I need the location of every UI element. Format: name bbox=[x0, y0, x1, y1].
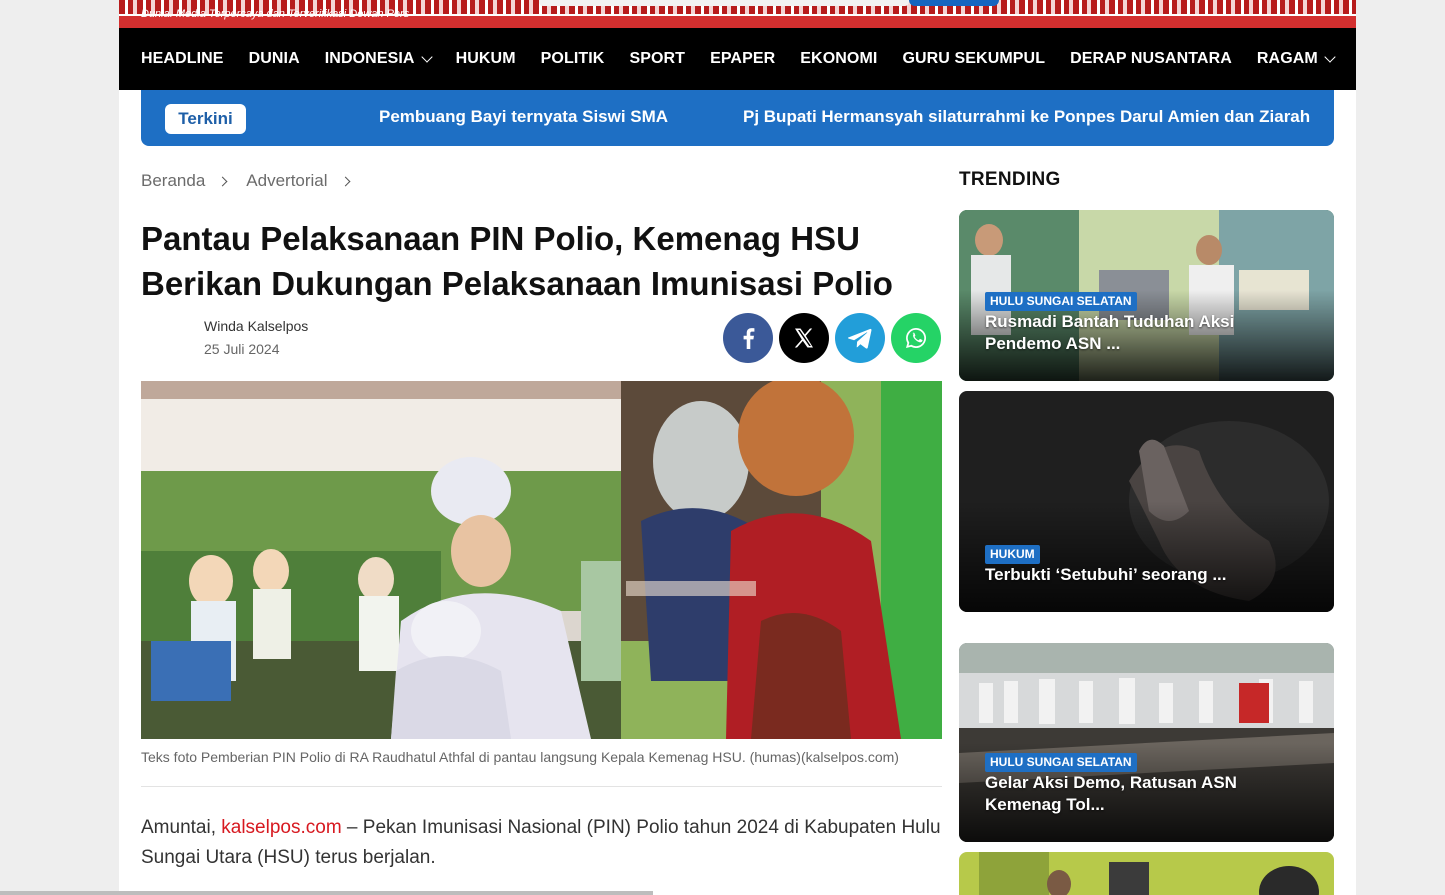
breaking-news-ticker: Terkini Pembuang Bayi ternyata Siswi SMA… bbox=[141, 90, 1334, 146]
breadcrumb-category[interactable]: Advertorial bbox=[246, 171, 327, 191]
whatsapp-icon bbox=[906, 327, 927, 348]
article-body-paragraph: Amuntai, kalselpos.com – Pekan Imunisasi… bbox=[141, 813, 942, 873]
content-divider bbox=[141, 786, 942, 787]
category-badge[interactable]: HULU SUNGAI SELATAN bbox=[985, 753, 1137, 772]
telegram-icon bbox=[848, 328, 872, 349]
main-navigation: HEADLINE DUNIA INDONESIA HUKUM POLITIK S… bbox=[119, 28, 1356, 90]
nav-label: GURU SEKUMPUL bbox=[902, 50, 1046, 67]
share-whatsapp-button[interactable] bbox=[891, 313, 941, 363]
ticker-badge: Terkini bbox=[165, 104, 246, 134]
nav-item-derap-nusantara[interactable]: DERAP NUSANTARA bbox=[1070, 50, 1232, 68]
page: Dunia. Media Terpercaya dan Terverifikas… bbox=[119, 0, 1356, 895]
nav-label: EPAPER bbox=[710, 50, 776, 67]
share-telegram-button[interactable] bbox=[835, 313, 885, 363]
header-search-button[interactable] bbox=[909, 0, 999, 6]
share-facebook-button[interactable] bbox=[723, 313, 773, 363]
site-header-banner[interactable]: Dunia. Media Terpercaya dan Terverifikas… bbox=[119, 0, 1356, 28]
facebook-icon bbox=[743, 328, 755, 349]
chevron-down-icon bbox=[1324, 50, 1336, 63]
trending-heading: TRENDING bbox=[959, 169, 1061, 190]
breadcrumb-home[interactable]: Beranda bbox=[141, 171, 205, 191]
nav-label: INDONESIA bbox=[324, 50, 415, 67]
nav-item-guru-sekumpul[interactable]: GURU SEKUMPUL bbox=[902, 50, 1045, 68]
nav-item-politik[interactable]: POLITIK bbox=[541, 50, 605, 68]
nav-label: RAGAM bbox=[1256, 50, 1318, 67]
category-badge[interactable]: HULU SUNGAI SELATAN bbox=[985, 292, 1137, 311]
trending-card[interactable]: HULU SUNGAI SELATAN Gelar Aksi Demo, Rat… bbox=[959, 643, 1334, 842]
nav-label: HUKUM bbox=[455, 50, 516, 67]
card-title[interactable]: Terbukti ‘Setubuhi’ seorang ... bbox=[985, 564, 1305, 586]
post-date: 25 Juli 2024 bbox=[204, 341, 280, 357]
trending-card[interactable]: HUKUM Terbukti ‘Setubuhi’ seorang ... bbox=[959, 391, 1334, 612]
ticker-item[interactable]: Pj Bupati Hermansyah silaturrahmi ke Pon… bbox=[743, 107, 1310, 127]
featured-photo bbox=[141, 381, 942, 739]
image-caption: Teks foto Pemberian PIN Polio di RA Raud… bbox=[141, 749, 899, 765]
nav-item-hukum[interactable]: HUKUM bbox=[456, 50, 516, 68]
site-tagline: Dunia. Media Terpercaya dan Terverifikas… bbox=[141, 8, 410, 20]
nav-label: DUNIA bbox=[248, 50, 300, 67]
nav-item-dunia[interactable]: DUNIA bbox=[249, 50, 300, 68]
nav-item-headline[interactable]: HEADLINE bbox=[141, 50, 224, 68]
card-title[interactable]: Rusmadi Bantah Tuduhan Aksi Pendemo ASN … bbox=[985, 311, 1305, 355]
header-search-input[interactable] bbox=[539, 0, 909, 6]
trending-thumbnail bbox=[959, 852, 1334, 895]
nav-label: SPORT bbox=[629, 50, 686, 67]
nav-label: DERAP NUSANTARA bbox=[1070, 50, 1232, 67]
nav-label: POLITIK bbox=[540, 50, 605, 67]
breadcrumb: Beranda Advertorial bbox=[141, 171, 369, 191]
avatar[interactable] bbox=[141, 318, 193, 358]
site-link[interactable]: kalselpos.com bbox=[221, 817, 341, 838]
category-badge[interactable]: HUKUM bbox=[985, 545, 1040, 564]
trending-card[interactable]: HULU SUNGAI SELATAN Rusmadi Bantah Tuduh… bbox=[959, 210, 1334, 381]
nav-item-ekonomi[interactable]: EKONOMI bbox=[800, 50, 877, 68]
trending-card[interactable] bbox=[959, 852, 1334, 895]
nav-item-sport[interactable]: SPORT bbox=[629, 50, 685, 68]
nav-item-indonesia[interactable]: INDONESIA bbox=[324, 50, 433, 68]
horizontal-scrollbar[interactable] bbox=[0, 891, 653, 895]
nav-item-epaper[interactable]: EPAPER bbox=[710, 50, 775, 68]
featured-image[interactable] bbox=[141, 381, 942, 739]
ticker-item[interactable]: Pembuang Bayi ternyata Siswi SMA bbox=[379, 107, 668, 127]
nav-item-ragam[interactable]: RAGAM bbox=[1256, 50, 1336, 68]
nav-label: HEADLINE bbox=[141, 50, 224, 67]
x-icon bbox=[794, 328, 813, 348]
author-name[interactable]: Winda Kalselpos bbox=[204, 318, 308, 334]
card-title[interactable]: Gelar Aksi Demo, Ratusan ASN Kemenag Tol… bbox=[985, 772, 1305, 816]
share-x-button[interactable] bbox=[779, 313, 829, 363]
nav-label: EKONOMI bbox=[800, 50, 878, 67]
article-title: Pantau Pelaksanaan PIN Polio, Kemenag HS… bbox=[141, 220, 893, 302]
chevron-right-icon bbox=[217, 176, 228, 186]
chevron-down-icon bbox=[420, 50, 433, 63]
dateline: Amuntai, bbox=[141, 817, 222, 838]
chevron-right-icon bbox=[340, 176, 350, 186]
